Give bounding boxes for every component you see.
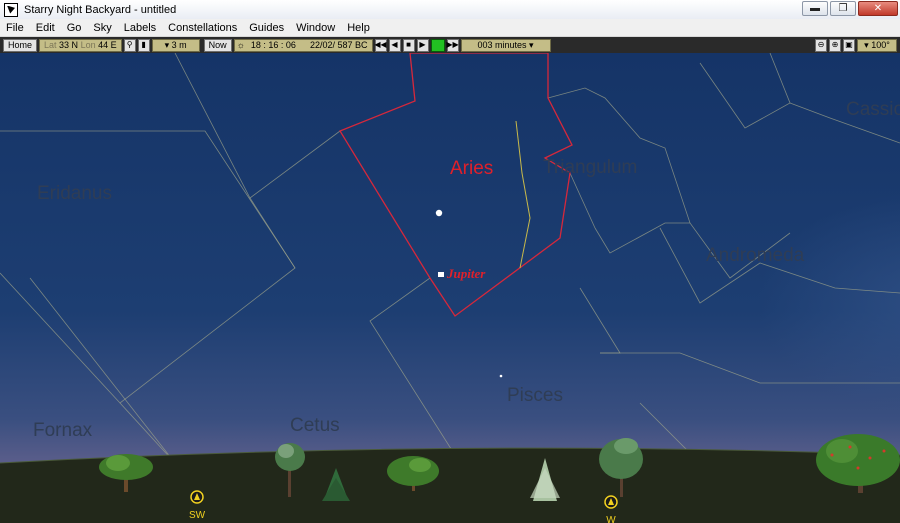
star-hamal[interactable] <box>435 209 443 217</box>
menu-sky[interactable]: Sky <box>87 22 117 34</box>
restore-button[interactable]: ❐ <box>830 1 856 16</box>
window-title: Starry Night Backyard - untitled <box>24 3 177 16</box>
label-cetus[interactable]: Cetus <box>290 415 340 436</box>
elevation-select[interactable]: ▾ 3 m <box>151 38 200 52</box>
zoom-out-icon[interactable]: ⊖ <box>815 38 827 52</box>
home-button[interactable]: Home <box>3 38 38 52</box>
jupiter-icon[interactable] <box>438 272 444 277</box>
menu-guides[interactable]: Guides <box>243 22 290 34</box>
play-icon[interactable]: ▶ <box>416 38 429 52</box>
time-display[interactable]: ☼ 18 : 16 : 06 22/02/ 587 BC <box>233 38 373 52</box>
date-value: 22/02/ 587 BC <box>309 39 368 50</box>
step-back-icon[interactable]: ◀◀ <box>374 38 387 52</box>
location-display[interactable]: Lat 33 N Lon 44 E <box>39 38 122 52</box>
menu-help[interactable]: Help <box>341 22 376 34</box>
now-button[interactable]: Now <box>203 38 232 52</box>
lat-label: Lat <box>44 39 57 50</box>
fov-select[interactable]: ▾ 100° <box>857 38 897 52</box>
jupiter-label[interactable]: Jupiter <box>446 266 486 281</box>
menu-go[interactable]: Go <box>61 22 88 34</box>
label-eridanus[interactable]: Eridanus <box>37 183 112 204</box>
lat-value: 33 N <box>59 39 79 50</box>
time-value: 18 : 16 : 06 <box>250 39 296 50</box>
label-aries[interactable]: Aries <box>450 158 493 179</box>
menu-labels[interactable]: Labels <box>118 22 162 34</box>
app-icon[interactable] <box>4 2 18 17</box>
menu-window[interactable]: Window <box>290 22 341 34</box>
label-andromeda[interactable]: Andromeda <box>706 245 805 266</box>
label-cassiopeia[interactable]: Cassiopeia <box>846 99 900 120</box>
menu-bar: File Edit Go Sky Labels Constellations G… <box>0 19 900 37</box>
zoom-reset-icon[interactable]: ▣ <box>843 38 855 52</box>
minimize-button[interactable]: ▬ <box>802 1 828 16</box>
label-pisces[interactable]: Pisces <box>507 385 563 406</box>
step-forward-icon[interactable]: ▶▶ <box>446 38 459 52</box>
star-pisces[interactable] <box>499 374 503 378</box>
label-fornax[interactable]: Fornax <box>33 420 93 441</box>
lon-label: Lon <box>80 39 96 50</box>
menu-file[interactable]: File <box>0 22 30 34</box>
compass-w-label: W <box>606 515 616 523</box>
sun-icon: ☼ <box>236 39 245 50</box>
zoom-in-icon[interactable]: ⊕ <box>829 38 841 52</box>
play-back-icon[interactable]: ◀ <box>388 38 401 52</box>
sky-view[interactable]: Jupiter Eridanus Fornax Cetus Triangulum… <box>0 53 900 523</box>
close-button[interactable]: ✕ <box>858 1 898 16</box>
menu-constellations[interactable]: Constellations <box>162 22 243 34</box>
toolbar: Home Lat 33 N Lon 44 E ⚲ ▮ ▾ 3 m Now ☼ 1… <box>0 37 900 53</box>
location-icon[interactable]: ⚲ <box>123 38 136 52</box>
title-bar: Starry Night Backyard - untitled ▬ ❐ ✕ <box>0 0 900 19</box>
window-controls: ▬ ❐ ✕ <box>802 1 898 16</box>
lon-value: 44 E <box>98 39 117 50</box>
compass-sw-label: SW <box>189 510 206 521</box>
label-triangulum[interactable]: Triangulum <box>543 157 637 178</box>
time-step-select[interactable]: 003 minutes ▾ <box>460 38 551 52</box>
lock-icon[interactable]: ▮ <box>137 38 150 52</box>
realtime-indicator[interactable] <box>430 38 445 52</box>
menu-edit[interactable]: Edit <box>30 22 61 34</box>
stop-icon[interactable]: ■ <box>402 38 415 52</box>
